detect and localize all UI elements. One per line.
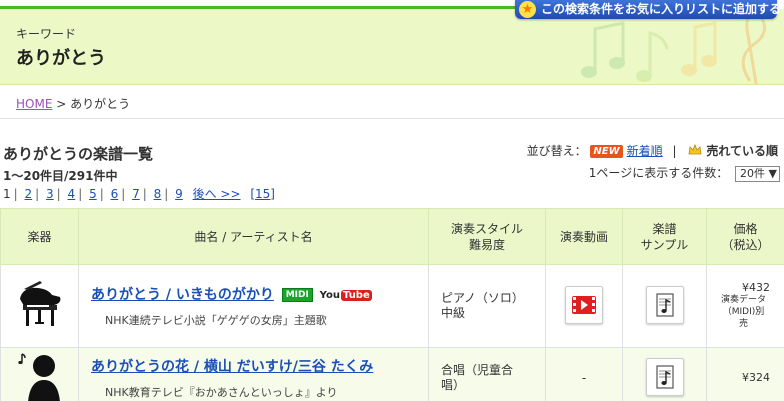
table-row: ありがとう / いきものがかり MIDI You Tube NHK連続テレビ小説「… [0,264,784,348]
midi-badge: MIDI [281,288,313,302]
score-sample-button[interactable] [645,357,684,396]
sample-cell [622,347,707,401]
title-cell: ありがとうの花 / 横山 だいすけ/三谷 たくみ NHK教育テレビ『おかあさんと… [78,347,429,401]
level-text: 唱） [441,377,466,392]
sort-newest-link[interactable]: 新着順 [627,144,663,158]
score-sample-icon [655,293,674,317]
favorite-star-icon: ★ [519,1,536,18]
youtube-icon[interactable]: You Tube [320,290,372,301]
level-text: 中級 [441,306,466,320]
header-sample-line1: 楽譜 [652,221,677,236]
add-to-favorites-button[interactable]: ★ この検索条件をお気に入りリストに追加する [515,0,781,19]
title-cell: ありがとう / いきものがかり MIDI You Tube NHK連続テレビ小説「… [78,264,429,348]
score-title-link[interactable]: ありがとう / いきものがかり [91,287,274,303]
price-note: 演奏データ [720,295,766,305]
score-sample-button[interactable] [645,286,684,324]
sort-controls: 並び替え： NEW 新着順 | 売れている順 [527,142,778,159]
header-style-line2: 難易度 [468,237,505,252]
style-text: ピアノ（ソロ） [441,291,524,305]
header-style: 演奏スタイル 難易度 [428,208,546,265]
page-link[interactable]: 3 [46,187,54,201]
choir-singer-icon [17,353,60,401]
price-cell: ¥324 [706,347,784,401]
keyword-label: キーワード [16,27,77,41]
breadcrumb-current: ありがとう [70,97,131,111]
page-link[interactable]: 9 [175,187,183,201]
piano-icon [19,280,60,326]
last-page-link[interactable]: [15] [250,187,275,201]
sort-best-selling[interactable]: 売れている順 [706,144,778,158]
page-link[interactable]: 7 [132,187,140,201]
table-row: ありがとうの花 / 横山 だいすけ/三谷 たくみ NHK教育テレビ『おかあさんと… [0,347,784,401]
video-cell [545,264,623,348]
new-badge: NEW [590,145,623,158]
header-price-line2: （税込） [721,237,770,252]
style-cell: 合唱（児童合 唱） [428,347,546,401]
score-subtitle: NHK教育テレビ『おかあさんといっしょ』より [105,385,338,399]
youtube-icon-box: Tube [340,290,372,301]
music-notes-decoration [581,14,767,84]
breadcrumb: HOME > ありがとう [16,95,130,112]
style-cell: ピアノ（ソロ） 中級 [428,264,546,348]
keyword-header: キーワード ありがとう [0,9,784,85]
breadcrumb-home-link[interactable]: HOME [16,97,52,111]
list-title: ありがとうの楽譜一覧 [3,145,154,163]
dropdown-arrow-icon: ▼ [768,167,777,180]
video-play-icon [572,296,596,314]
page-link[interactable]: 8 [154,187,162,201]
page-link[interactable]: 6 [111,187,119,201]
style-text: 合唱（児童合 [441,362,514,377]
page-link[interactable]: 2 [25,187,33,201]
instrument-cell [0,264,79,348]
youtube-icon-prefix: You [319,290,340,301]
header-instrument: 楽器 [0,208,79,265]
score-table: 楽器 曲名 / アーティスト名 演奏スタイル 難易度 演奏動画 楽譜 サンプル 価格… [0,208,784,401]
pagination: 1 | 2 | 3 | 4 | 5 | 6 | 7 | 8 | 9 後へ >> [15] [3,187,275,201]
page-link[interactable]: 5 [89,187,97,201]
header-price: 価格 （税込） [706,208,784,265]
price-value: ¥324 [742,370,770,384]
score-subtitle: NHK連続テレビ小説「ゲゲゲの女房」主題歌 [105,314,327,327]
add-to-favorites-label: この検索条件をお気に入りリストに追加する [541,2,782,16]
next-page-link[interactable]: 後へ >> [193,187,241,201]
price-note: （MIDI)別 [722,307,765,317]
header-video: 演奏動画 [545,208,623,265]
page-current: 1 [3,187,11,201]
header-title: 曲名 / アーティスト名 [78,208,429,265]
score-title-link[interactable]: ありがとうの花 / 横山 だいすけ/三谷 たくみ [91,359,373,375]
result-count: 1〜20件目/291件中 [3,169,118,183]
per-page-select[interactable]: 20件 ▼ [735,166,780,182]
header-sample: 楽譜 サンプル [622,208,707,265]
keyword-title: ありがとう [16,48,106,69]
video-play-button[interactable] [565,286,603,324]
header-price-line1: 価格 [733,221,758,236]
price-note: 売 [738,319,748,329]
page-link[interactable]: 4 [68,187,76,201]
sort-label: 並び替え： [526,144,587,158]
sort-divider: | [672,144,677,158]
breadcrumb-separator: > [56,97,67,111]
per-page-control: 1ページに表示する件数： 20件 ▼ [589,164,780,182]
header-style-line1: 演奏スタイル [450,221,523,236]
video-cell: - [545,347,623,401]
price-value: ¥432 [742,281,770,294]
sample-cell [622,264,707,348]
per-page-label: 1ページに表示する件数： [588,166,729,180]
crown-icon [688,144,702,155]
header-sample-line2: サンプル [640,237,689,252]
per-page-value: 20件 [740,167,766,180]
divider [0,118,784,119]
score-sample-icon [655,364,674,389]
price-cell: ¥432 演奏データ （MIDI)別 売 [706,264,784,348]
instrument-cell [0,347,79,401]
table-header-row: 楽器 曲名 / アーティスト名 演奏スタイル 難易度 演奏動画 楽譜 サンプル 価格… [0,208,784,265]
